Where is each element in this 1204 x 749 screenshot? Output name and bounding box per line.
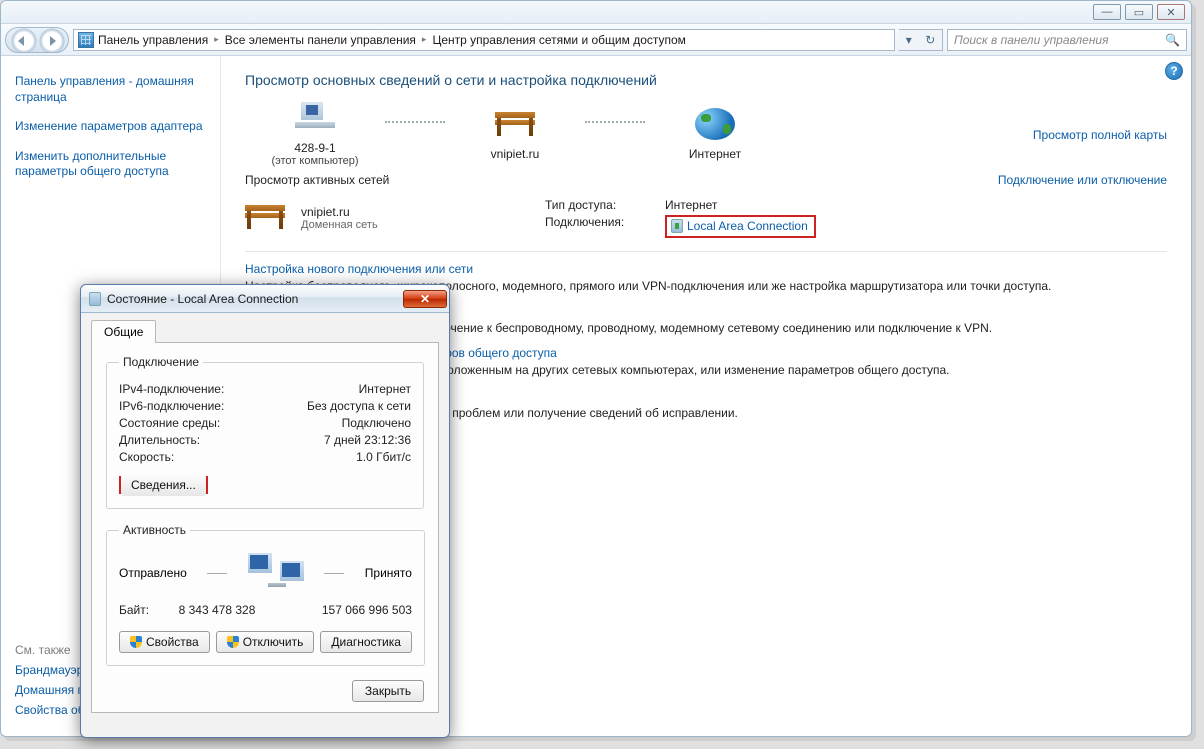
maximize-button[interactable]: ▭ (1125, 4, 1153, 20)
activity-computers-icon (248, 553, 304, 593)
globe-icon (695, 108, 735, 140)
chevron-right-icon: ▸ (214, 34, 219, 45)
dialog-tabs: Общие (91, 319, 439, 343)
ipv6-value: Без доступа к сети (307, 399, 411, 413)
active-network-type: Доменная сеть (301, 219, 378, 231)
media-state-label: Состояние среды: (119, 416, 220, 430)
nav-back-forward[interactable] (5, 27, 69, 53)
details-button-highlighted[interactable]: Сведения... (119, 476, 208, 494)
map-node-internet: Интернет (645, 108, 785, 161)
chevron-right-icon: ▸ (422, 34, 427, 45)
map-link-line (585, 121, 645, 123)
map-link-line (385, 121, 445, 123)
page-title: Просмотр основных сведений о сети и наст… (245, 72, 1167, 88)
search-icon: 🔍 (1165, 33, 1180, 47)
crumb-network-center[interactable]: Центр управления сетями и общим доступом (432, 33, 686, 47)
bytes-label: Байт: (119, 603, 149, 617)
diagnose-button[interactable]: Диагностика (320, 631, 412, 653)
address-dropdown-icon[interactable]: ▾ (906, 33, 912, 47)
nic-icon (671, 219, 683, 233)
sidebar-sharing-settings[interactable]: Изменить дополнительные параметры общего… (15, 149, 206, 180)
connection-status-dialog: Состояние - Local Area Connection ✕ Общи… (80, 284, 450, 738)
active-network-name: vnipiet.ru (301, 205, 378, 219)
network-icon (245, 201, 289, 235)
see-also-label: См. также (15, 643, 71, 657)
control-panel-icon (78, 32, 94, 48)
help-icon[interactable]: ? (1165, 62, 1183, 80)
minimize-button[interactable]: — (1093, 4, 1121, 20)
group-connection-label: Подключение (119, 355, 203, 369)
nic-icon (89, 292, 101, 306)
active-networks-label: Просмотр активных сетей (245, 173, 389, 187)
view-full-map-link[interactable]: Просмотр полной карты (1033, 128, 1167, 142)
connection-name: Local Area Connection (687, 219, 808, 233)
network-map: 428-9-1 (этот компьютер) vnipiet.ru Инте… (245, 102, 1167, 167)
map-node-network: vnipiet.ru (445, 108, 585, 161)
access-label: Тип доступа: (545, 198, 665, 212)
internet-label: Интернет (645, 147, 785, 161)
crumb-control-panel[interactable]: Панель управления (98, 33, 208, 47)
refresh-icon[interactable]: ↻ (925, 33, 935, 47)
group-activity: Активность Отправлено Принято Байт: 8 34… (106, 523, 425, 666)
pc-name: 428-9-1 (245, 141, 385, 155)
shield-icon (130, 636, 142, 648)
divider (245, 251, 1167, 252)
connection-link-highlighted[interactable]: Local Area Connection (665, 215, 816, 238)
sidebar-home-link[interactable]: Панель управления - домашняя страница (15, 74, 206, 105)
speed-label: Скорость: (119, 450, 174, 464)
network-name: vnipiet.ru (445, 147, 585, 161)
active-network-row: vnipiet.ru Доменная сеть Тип доступа: Ин… (245, 195, 1167, 241)
search-placeholder: Поиск в панели управления (954, 33, 1109, 47)
activity-line (207, 573, 227, 574)
disable-label: Отключить (243, 635, 304, 649)
sent-label: Отправлено (119, 566, 187, 580)
crumb-all-items[interactable]: Все элементы панели управления (225, 33, 416, 47)
address-tools: ▾ ↻ (899, 29, 943, 51)
network-icon (495, 108, 535, 140)
details-button-label: Сведения... (121, 474, 206, 496)
received-label: Принято (365, 566, 412, 580)
duration-label: Длительность: (119, 433, 200, 447)
task-head-new-connection[interactable]: Настройка нового подключения или сети (245, 262, 1167, 276)
shield-icon (227, 636, 239, 648)
breadcrumb[interactable]: Панель управления ▸ Все элементы панели … (73, 29, 895, 51)
tab-pane-general: Подключение IPv4-подключение: Интернет IP… (91, 343, 439, 713)
properties-label: Свойства (146, 635, 199, 649)
map-node-this-pc: 428-9-1 (этот компьютер) (245, 102, 385, 167)
address-bar: Панель управления ▸ Все элементы панели … (1, 24, 1191, 56)
search-input[interactable]: Поиск в панели управления 🔍 (947, 29, 1187, 51)
access-value: Интернет (665, 198, 717, 212)
pc-sub: (этот компьютер) (245, 155, 385, 167)
ipv4-value: Интернет (359, 382, 411, 396)
close-button[interactable]: ✕ (1157, 4, 1185, 20)
properties-button[interactable]: Свойства (119, 631, 210, 653)
connect-disconnect-link[interactable]: Подключение или отключение (998, 173, 1167, 187)
dialog-titlebar[interactable]: Состояние - Local Area Connection ✕ (81, 285, 449, 313)
duration-value: 7 дней 23:12:36 (324, 433, 411, 447)
speed-value: 1.0 Гбит/с (356, 450, 411, 464)
tab-general[interactable]: Общие (91, 320, 156, 343)
group-connection: Подключение IPv4-подключение: Интернет IP… (106, 355, 424, 509)
ipv4-label: IPv4-подключение: (119, 382, 224, 396)
activity-line (324, 573, 344, 574)
computer-icon (295, 102, 335, 134)
ipv6-label: IPv6-подключение: (119, 399, 224, 413)
media-state-value: Подключено (342, 416, 411, 430)
dialog-title: Состояние - Local Area Connection (107, 292, 403, 306)
sidebar-adapter-settings[interactable]: Изменение параметров адаптера (15, 119, 206, 135)
connections-label: Подключения: (545, 215, 665, 238)
group-activity-label: Активность (119, 523, 190, 537)
disable-button[interactable]: Отключить (216, 631, 315, 653)
window-titlebar: — ▭ ✕ (1, 1, 1191, 24)
bytes-sent-value: 8 343 478 328 (155, 603, 255, 617)
bytes-received-value: 157 066 996 503 (292, 603, 412, 617)
dialog-close-button[interactable]: ✕ (403, 290, 447, 308)
close-dialog-button[interactable]: Закрыть (352, 680, 424, 702)
